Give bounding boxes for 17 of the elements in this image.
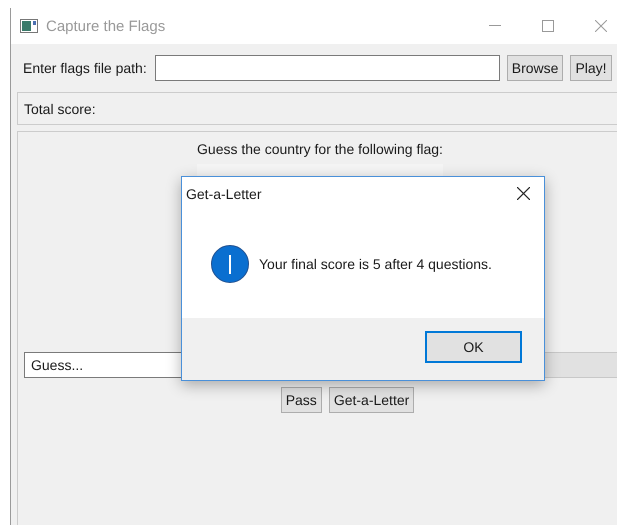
question-prompt: Guess the country for the following flag: bbox=[197, 140, 443, 158]
close-icon[interactable] bbox=[517, 187, 530, 200]
info-icon bbox=[211, 245, 249, 283]
app-icon bbox=[20, 19, 38, 33]
toolbar-button[interactable]: Play! bbox=[570, 55, 612, 81]
window-title: Capture the Flags bbox=[46, 18, 166, 34]
path-input-field[interactable] bbox=[154, 55, 500, 81]
ok-button[interactable]: OK bbox=[425, 331, 522, 363]
dialog-message: Your final score is 5 after 4 questions. bbox=[259, 256, 492, 272]
action-button[interactable]: Pass bbox=[280, 387, 322, 413]
maximize-icon[interactable] bbox=[542, 20, 554, 32]
action-button[interactable]: Get-a-Letter bbox=[328, 387, 414, 413]
score-label: Total score: bbox=[24, 100, 96, 116]
toolbar-button[interactable]: Browse bbox=[506, 55, 564, 81]
path-label: Enter flags file path: bbox=[23, 60, 147, 76]
dialog-title: Get-a-Letter bbox=[186, 186, 262, 202]
minimize-icon[interactable] bbox=[489, 25, 501, 27]
